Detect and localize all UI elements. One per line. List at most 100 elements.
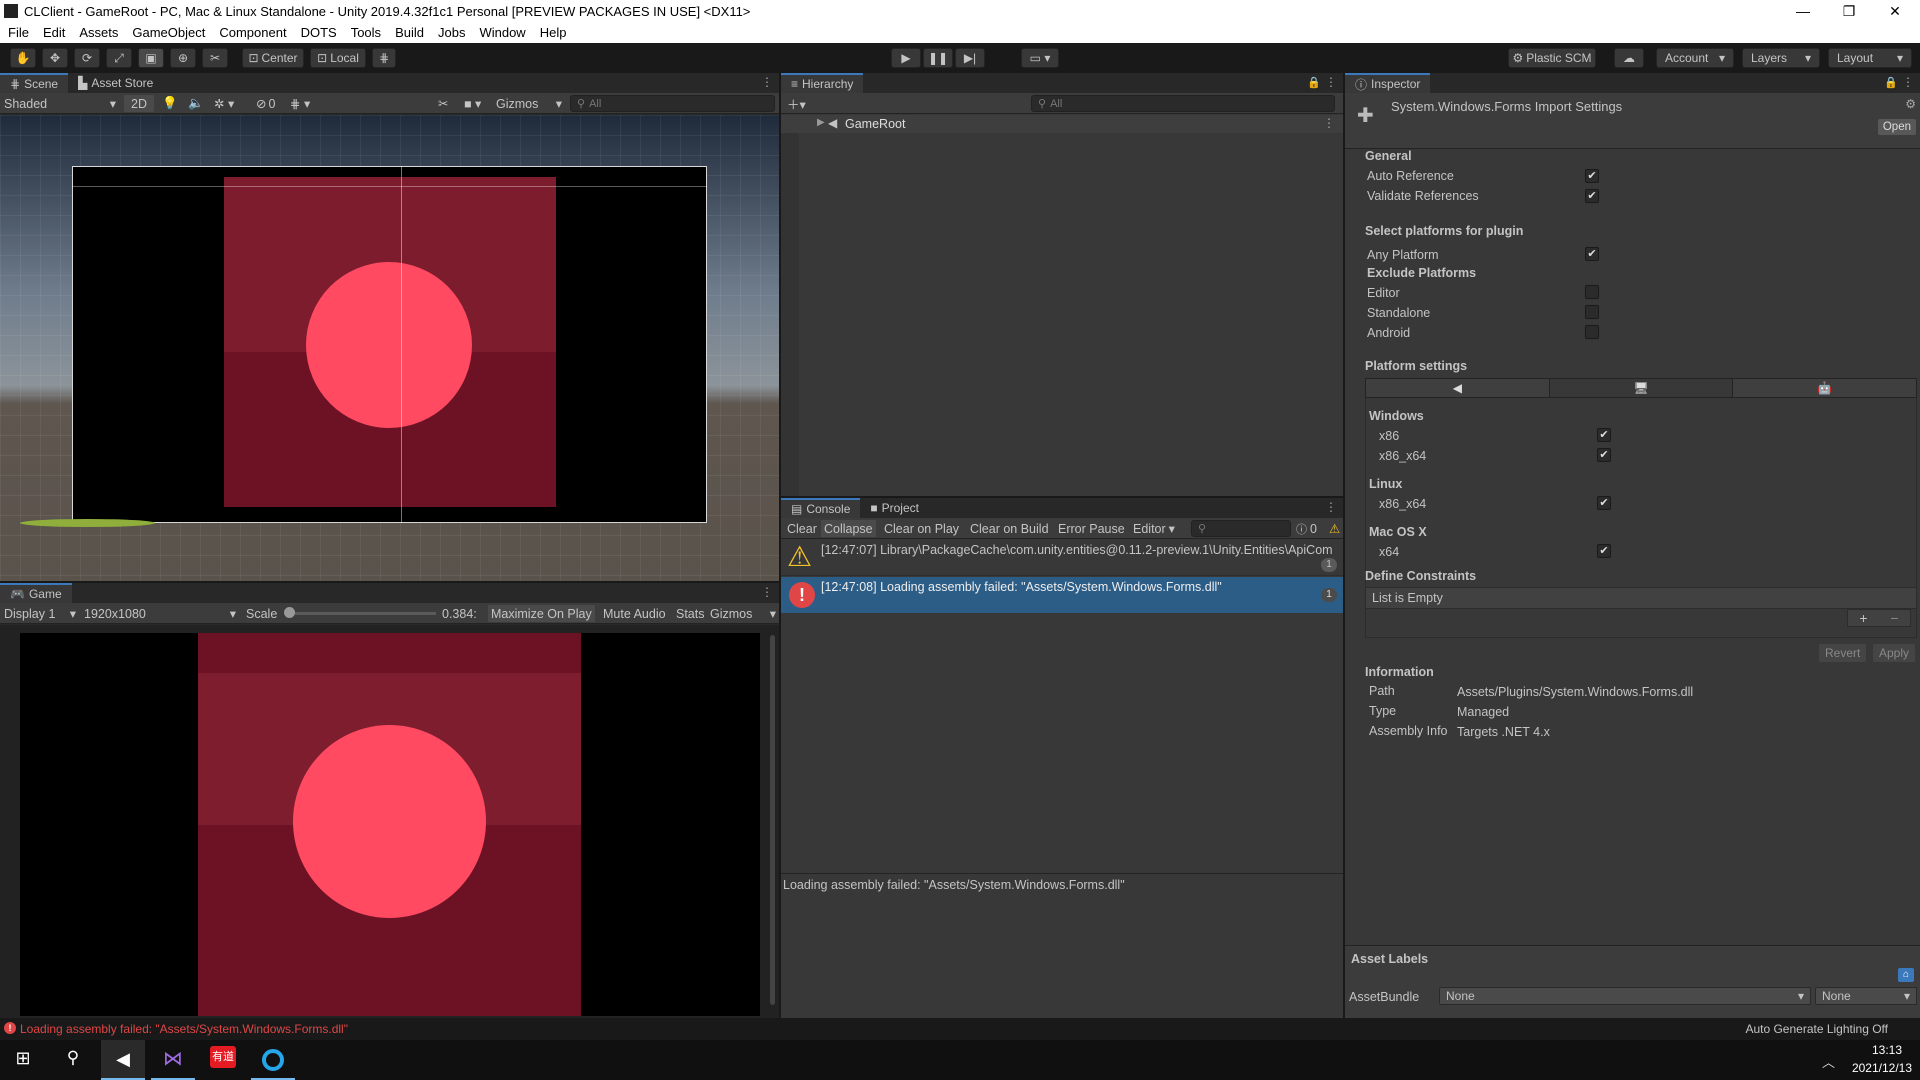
- lighting-toggle-icon[interactable]: 💡: [162, 95, 178, 112]
- clear-button[interactable]: Clear: [785, 520, 819, 537]
- windows-x86-checkbox[interactable]: ✔: [1597, 428, 1611, 442]
- editor-platform-tab-icon[interactable]: ◀: [1366, 379, 1549, 397]
- menu-gameobject[interactable]: GameObject: [125, 25, 212, 40]
- console-entry-error[interactable]: ! [12:47:08] Loading assembly failed: "A…: [781, 577, 1343, 613]
- shading-mode-dropdown[interactable]: Shaded ▾: [4, 95, 116, 112]
- menu-edit[interactable]: Edit: [36, 25, 72, 40]
- layers-dropdown[interactable]: Layers ▾: [1742, 48, 1820, 68]
- add-constraint-button[interactable]: +: [1859, 610, 1867, 626]
- menu-tools[interactable]: Tools: [344, 25, 388, 40]
- console-search-input[interactable]: ⚲: [1191, 520, 1291, 537]
- lighting-status[interactable]: Auto Generate Lighting Off: [1745, 1022, 1888, 1036]
- windows-x86_64-checkbox[interactable]: ✔: [1597, 448, 1611, 462]
- plastic-scm-button[interactable]: ⚙ Plastic SCM: [1508, 48, 1596, 68]
- revert-button[interactable]: Revert: [1819, 644, 1867, 662]
- taskbar-time[interactable]: 13:13: [1862, 1043, 1912, 1057]
- more-options-icon[interactable]: ⋮: [761, 75, 773, 89]
- menu-help[interactable]: Help: [533, 25, 574, 40]
- variant-dropdown[interactable]: None ▾: [1815, 987, 1917, 1005]
- scene-viewport[interactable]: [0, 115, 779, 581]
- layout-dropdown[interactable]: Layout ▾: [1828, 48, 1912, 68]
- tray-chevron-up-icon[interactable]: ︿: [1822, 1052, 1835, 1071]
- stats-button[interactable]: Stats: [673, 605, 708, 622]
- display-dropdown[interactable]: Display 1 ▾: [4, 605, 76, 622]
- auto-reference-checkbox[interactable]: ✔: [1585, 169, 1599, 183]
- qq-browser-taskbar-icon[interactable]: [251, 1040, 295, 1080]
- pivot-center-button[interactable]: ⊡ Center: [242, 48, 304, 68]
- toggle-2d-button[interactable]: 2D: [124, 95, 154, 112]
- create-dropdown-icon[interactable]: ＋▾: [787, 95, 806, 112]
- gizmos-dropdown[interactable]: Gizmos ▾: [496, 95, 562, 112]
- tab-asset-store[interactable]: ▙ Asset Store: [68, 73, 164, 93]
- resolution-dropdown[interactable]: 1920x1080 ▾: [84, 605, 236, 622]
- taskbar-date[interactable]: 2021/12/13: [1842, 1061, 1912, 1075]
- hidden-objects-icon[interactable]: ⊘ 0: [256, 95, 275, 112]
- mute-audio-button[interactable]: Mute Audio: [600, 605, 669, 622]
- status-message[interactable]: Loading assembly failed: "Assets/System.…: [20, 1022, 348, 1036]
- tag-icon[interactable]: ⌂: [1898, 968, 1914, 982]
- more-options-icon[interactable]: ⋮: [1325, 75, 1337, 89]
- pivot-local-button[interactable]: ⊡ Local: [310, 48, 366, 68]
- any-platform-checkbox[interactable]: ✔: [1585, 247, 1599, 261]
- maximize-on-play-button[interactable]: Maximize On Play: [488, 605, 595, 622]
- tab-scene[interactable]: ⋕ Scene: [0, 73, 69, 93]
- remove-constraint-button[interactable]: −: [1890, 610, 1898, 626]
- hierarchy-row-gameroot[interactable]: ▶ ◀ GameRoot ⋮: [781, 115, 1343, 133]
- open-button[interactable]: Open: [1877, 119, 1916, 135]
- menu-component[interactable]: Component: [212, 25, 293, 40]
- clear-on-build-button[interactable]: Clear on Build: [967, 520, 1052, 537]
- rect-tool-icon[interactable]: ▣: [138, 48, 164, 68]
- collapse-button[interactable]: Collapse: [821, 520, 876, 537]
- lock-icon[interactable]: 🔒: [1307, 76, 1321, 89]
- menu-file[interactable]: File: [0, 25, 36, 40]
- more-options-icon[interactable]: ⋮: [1325, 500, 1337, 514]
- tab-console[interactable]: ▤ Console: [781, 498, 861, 518]
- audio-toggle-icon[interactable]: 🔈: [188, 95, 204, 112]
- assetbundle-dropdown[interactable]: None ▾: [1439, 987, 1811, 1005]
- menu-dots[interactable]: DOTS: [294, 25, 344, 40]
- android-platform-tab-icon[interactable]: 🤖: [1732, 379, 1917, 397]
- linux-x86_64-checkbox[interactable]: ✔: [1597, 496, 1611, 510]
- unity-taskbar-icon[interactable]: ◀: [101, 1040, 145, 1080]
- validate-references-checkbox[interactable]: ✔: [1585, 189, 1599, 203]
- cloud-icon[interactable]: ☁: [1614, 48, 1644, 68]
- macos-x64-checkbox[interactable]: ✔: [1597, 544, 1611, 558]
- exclude-android-checkbox[interactable]: [1585, 325, 1599, 339]
- windows-start-icon[interactable]: ⊞: [10, 1048, 36, 1072]
- account-dropdown[interactable]: Account ▾: [1656, 48, 1734, 68]
- transform-tool-icon[interactable]: ⊕: [170, 48, 196, 68]
- step-button[interactable]: ▶|: [955, 48, 985, 68]
- expand-arrow-icon[interactable]: ▶: [817, 117, 825, 128]
- standalone-platform-tab-icon[interactable]: 🖥: [1548, 379, 1733, 397]
- exclude-editor-checkbox[interactable]: [1585, 285, 1599, 299]
- collab-dropdown[interactable]: ▭ ▾: [1021, 48, 1059, 68]
- tab-project[interactable]: ■ Project: [860, 498, 929, 518]
- play-button[interactable]: ▶: [891, 48, 921, 68]
- tab-inspector[interactable]: ⓘ Inspector: [1345, 73, 1431, 93]
- effects-dropdown-icon[interactable]: ✲ ▾: [214, 95, 234, 112]
- hand-tool-icon[interactable]: ✋: [10, 48, 36, 68]
- menu-build[interactable]: Build: [388, 25, 431, 40]
- console-entry-warning[interactable]: ⚠ [12:47:07] Library\PackageCache\com.un…: [781, 540, 1343, 576]
- menu-assets[interactable]: Assets: [72, 25, 125, 40]
- editor-dropdown[interactable]: Editor ▾: [1130, 520, 1178, 537]
- error-pause-button[interactable]: Error Pause: [1055, 520, 1128, 537]
- hierarchy-search-input[interactable]: ⚲ All: [1031, 95, 1335, 112]
- apply-button[interactable]: Apply: [1873, 644, 1916, 662]
- menu-jobs[interactable]: Jobs: [431, 25, 472, 40]
- pause-button[interactable]: ❚❚: [923, 48, 953, 68]
- game-viewport[interactable]: [0, 625, 779, 1018]
- visual-studio-taskbar-icon[interactable]: ⋈: [151, 1040, 195, 1080]
- close-button[interactable]: ✕: [1872, 0, 1918, 22]
- settings-gear-icon[interactable]: ⚙: [1905, 97, 1916, 111]
- camera-dropdown-icon[interactable]: ■ ▾: [464, 95, 481, 112]
- lock-icon[interactable]: 🔒: [1884, 76, 1898, 89]
- maximize-button[interactable]: ❐: [1826, 0, 1872, 22]
- tab-game[interactable]: 🎮 Game: [0, 583, 72, 603]
- error-count-toggle[interactable]: ⓘ 0: [1296, 520, 1317, 537]
- grid-toggle-icon[interactable]: ⋕ ▾: [290, 95, 310, 112]
- scene-search-input[interactable]: ⚲ All: [570, 95, 775, 112]
- minimize-button[interactable]: —: [1780, 0, 1826, 22]
- scale-tool-icon[interactable]: ⤢: [106, 48, 132, 68]
- menu-window[interactable]: Window: [472, 25, 532, 40]
